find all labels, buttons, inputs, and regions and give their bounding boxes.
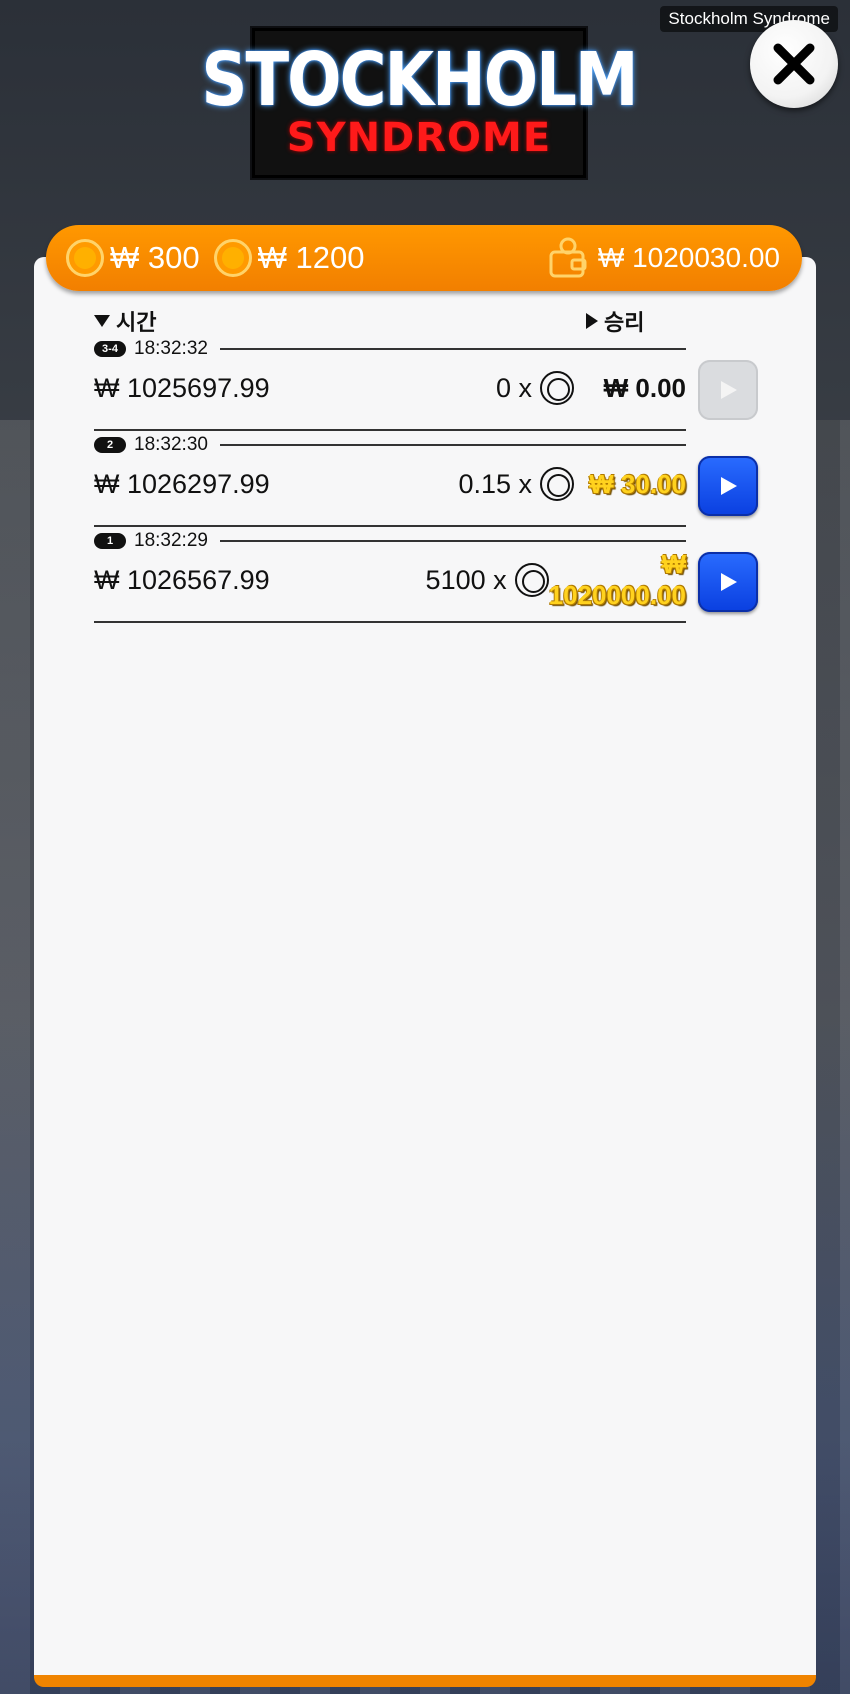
bet-summary-bar: ₩ 300 ₩ 1200 ₩ 1020030.00	[46, 225, 802, 291]
row-balance: ₩ 1026567.99	[94, 564, 270, 595]
divider	[94, 525, 686, 527]
round-badge: 2	[94, 437, 126, 453]
logo-top-text: STOCKHOLM	[201, 38, 638, 124]
game-logo: STOCKHOLM SYNDROME	[201, 28, 639, 178]
row-balance: ₩ 1026297.99	[94, 468, 270, 499]
bet-chip-1-value: ₩ 300	[110, 240, 200, 275]
row-time: 18:32:30	[134, 434, 208, 455]
history-row: 1 18:32:29 ₩ 1026567.99 5100 x ₩ 1020000…	[94, 530, 758, 626]
row-win: ₩ 1020000.00	[548, 549, 686, 610]
row-time: 18:32:32	[134, 338, 208, 359]
chip-icon	[213, 239, 252, 277]
divider	[94, 429, 686, 431]
row-meta: 3-4 18:32:32	[94, 338, 686, 360]
divider	[219, 540, 686, 542]
balance: ₩ 1020030.00	[548, 236, 780, 280]
sort-inactive-icon	[586, 313, 598, 329]
win-header-label: 승리	[604, 310, 645, 335]
close-button[interactable]	[750, 20, 838, 108]
close-icon	[773, 43, 815, 85]
row-time: 18:32:29	[134, 530, 208, 551]
row-values: ₩ 1025697.99 0 x ₩ 0.00	[94, 366, 686, 410]
balance-value: ₩ 1020030.00	[597, 242, 780, 273]
coin-icon	[540, 467, 574, 501]
row-values: ₩ 1026567.99 5100 x ₩ 1020000.00	[94, 549, 686, 610]
play-icon	[721, 573, 737, 591]
divider	[219, 348, 686, 350]
wallet-icon	[549, 237, 587, 278]
sort-time-header[interactable]: 시간	[94, 305, 156, 337]
replay-button[interactable]	[698, 360, 758, 420]
row-win: ₩ 0.00	[603, 372, 686, 403]
coin-icon	[540, 371, 574, 405]
row-multiplier-cell: 5100 x	[331, 563, 549, 597]
row-meta: 2 18:32:30	[94, 434, 686, 456]
history-headers: 시간 승리	[94, 305, 654, 335]
sort-desc-icon	[94, 315, 110, 327]
bet-chip-2-value: ₩ 1200	[257, 240, 365, 275]
row-values: ₩ 1026297.99 0.15 x ₩ 30.00	[94, 462, 686, 506]
play-icon	[721, 477, 737, 495]
row-multiplier-cell: 0 x	[344, 371, 574, 405]
divider	[94, 621, 686, 623]
time-header-label: 시간	[116, 310, 157, 335]
divider	[219, 444, 686, 446]
row-multiplier: 0 x	[495, 372, 532, 403]
replay-button[interactable]	[698, 552, 758, 612]
history-row: 2 18:32:30 ₩ 1026297.99 0.15 x ₩ 30.00	[94, 434, 758, 530]
bet-chip-1: ₩ 300	[66, 239, 200, 277]
history-row: 3-4 18:32:32 ₩ 1025697.99 0 x ₩ 0.00	[94, 338, 758, 434]
coin-icon	[514, 563, 549, 597]
row-multiplier: 5100 x	[425, 564, 507, 595]
play-icon	[721, 381, 737, 399]
row-multiplier-cell: 0.15 x	[344, 467, 574, 501]
replay-button[interactable]	[698, 456, 758, 516]
row-win: ₩ 30.00	[589, 468, 686, 499]
sort-win-header[interactable]: 승리	[586, 305, 644, 337]
chip-icon	[66, 239, 104, 277]
row-balance: ₩ 1025697.99	[94, 372, 270, 403]
round-badge: 1	[94, 533, 126, 549]
bet-chip-2: ₩ 1200	[213, 239, 365, 277]
row-multiplier: 0.15 x	[458, 468, 532, 499]
round-badge: 3-4	[94, 341, 126, 357]
